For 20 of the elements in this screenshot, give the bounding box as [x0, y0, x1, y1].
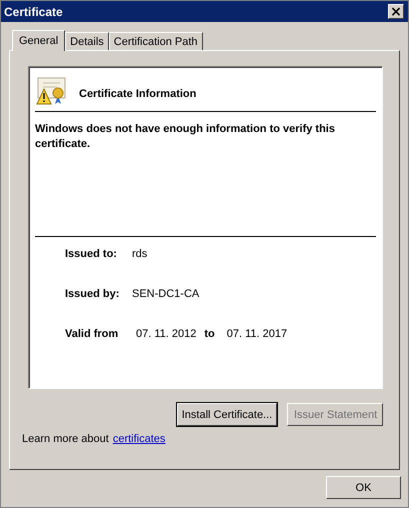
field-value: SEN-DC1-CA: [132, 288, 200, 300]
tab[interactable]: General: [12, 30, 66, 51]
tab[interactable]: Details: [65, 32, 109, 50]
certificate-warning-icon: [35, 77, 67, 105]
field-label: Issued to:: [65, 248, 118, 260]
certificates-link[interactable]: certificates: [112, 433, 166, 445]
warning-message: Windows does not have enough information to verify this certificate.: [35, 122, 336, 152]
heading: Certificate Information: [79, 88, 196, 100]
field-value: 07. 11. 2012: [136, 328, 196, 340]
field-label: Valid from: [65, 328, 120, 340]
field-value: 07. 11. 2017: [226, 328, 288, 340]
tab[interactable]: Certification Path: [108, 32, 203, 50]
ok-button[interactable]: OK: [326, 476, 401, 499]
field-label: to: [204, 328, 215, 340]
learn-more-text: Learn more about: [22, 433, 109, 445]
window-title: Certificate: [4, 4, 63, 18]
field-label: Issued by:: [65, 288, 120, 300]
close-button[interactable]: ×: [388, 4, 404, 19]
button[interactable]: Install Certificate...: [177, 403, 277, 426]
field-value: rds: [132, 248, 148, 260]
